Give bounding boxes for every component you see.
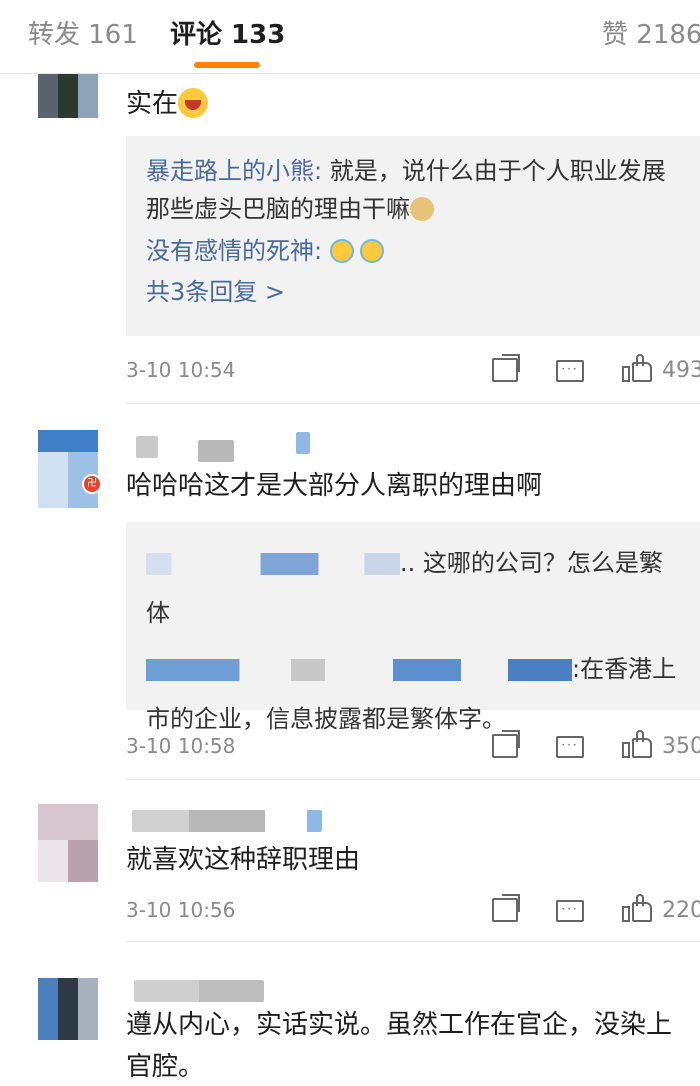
verified-badge-icon: 卍 (82, 474, 102, 494)
avatar[interactable] (38, 804, 98, 882)
reply-username[interactable]: 没有感情的死神: (146, 237, 322, 265)
username-redacted (136, 436, 158, 458)
comment-icon[interactable]: ··· (556, 360, 584, 382)
tab-bar: 转发 161 评论 133 赞 2186 (0, 0, 700, 74)
reply-box[interactable]: .. 这哪的公司？怎么是繁体 :在香港上市的企业，信息披露都是繁体字。 (126, 522, 700, 733)
reply-box[interactable]: 暴走路上的小熊: 就是，说什么由于个人职业发展那些虚头巴脑的理由干嘛 没有感情的… (126, 136, 700, 336)
timestamp: 3-10 10:54 (126, 358, 236, 382)
grinning-face-icon (178, 88, 209, 118)
reply-item: :在香港上市的企业，信息披露都是繁体字。 (146, 644, 680, 744)
like-count: 350 (662, 734, 700, 759)
comment-icon[interactable]: ··· (556, 900, 584, 922)
timestamp: 3-10 10:56 (126, 898, 236, 922)
reply-username-redacted[interactable] (146, 553, 400, 575)
comment-text: 实在 (126, 82, 686, 126)
comment-text: 就喜欢这种辞职理由 (126, 845, 361, 875)
like-count: 493 (662, 358, 700, 383)
user-level-icon (296, 432, 310, 454)
tab-reposts[interactable]: 转发 161 (28, 14, 138, 51)
reply-username[interactable]: 暴走路上的小熊: (146, 157, 322, 185)
comment-item: 遵从内心，实话实说。虽然工作在官企，没染上官腔。 (0, 942, 700, 1086)
username-redacted (134, 980, 264, 1002)
timestamp: 3-10 10:58 (126, 734, 236, 758)
comment-item: 实在 暴走路上的小熊: 就是，说什么由于个人职业发展那些虚头巴脑的理由干嘛 没有… (0, 74, 700, 404)
avatar[interactable] (38, 430, 98, 508)
reply-item: .. 这哪的公司？怎么是繁体 (146, 538, 680, 638)
tab-comments[interactable]: 评论 133 (170, 14, 285, 51)
comment-body: 实在 (126, 89, 179, 119)
like-icon[interactable] (622, 354, 652, 382)
comment-text: 哈哈哈这才是大部分人离职的理由啊 (126, 471, 543, 501)
avatar[interactable] (38, 978, 98, 1040)
crying-laughing-icon (359, 239, 384, 263)
comment-item: 就喜欢这种辞职理由 3-10 10:56 ··· 220 (0, 780, 700, 942)
like-icon[interactable] (622, 730, 652, 758)
tab-likes[interactable]: 赞 2186 (602, 14, 700, 51)
comment-icon[interactable]: ··· (556, 736, 584, 758)
comment-item: 卍 哈哈哈这才是大部分人离职的理由啊 .. 这哪的公司？怎么是繁体 :在香港上市… (0, 404, 700, 780)
avatar[interactable] (38, 74, 98, 118)
dog-face-icon (410, 197, 434, 221)
reply-username-redacted[interactable] (146, 659, 572, 681)
active-tab-indicator (194, 62, 260, 68)
comment-text: 遵从内心，实话实说。虽然工作在官企，没染上官腔。 (126, 1010, 673, 1082)
crying-laughing-icon (329, 239, 354, 263)
reply-item: 没有感情的死神: (146, 232, 680, 270)
username-redacted (132, 810, 322, 832)
username-redacted (198, 440, 234, 462)
reply-item: 暴走路上的小熊: 就是，说什么由于个人职业发展那些虚头巴脑的理由干嘛 (146, 152, 680, 228)
share-icon[interactable] (492, 354, 520, 382)
like-count: 220 (662, 898, 700, 923)
like-icon[interactable] (622, 894, 652, 922)
share-icon[interactable] (492, 894, 520, 922)
share-icon[interactable] (492, 730, 520, 758)
more-replies-link[interactable]: 共3条回复 > (146, 270, 680, 314)
